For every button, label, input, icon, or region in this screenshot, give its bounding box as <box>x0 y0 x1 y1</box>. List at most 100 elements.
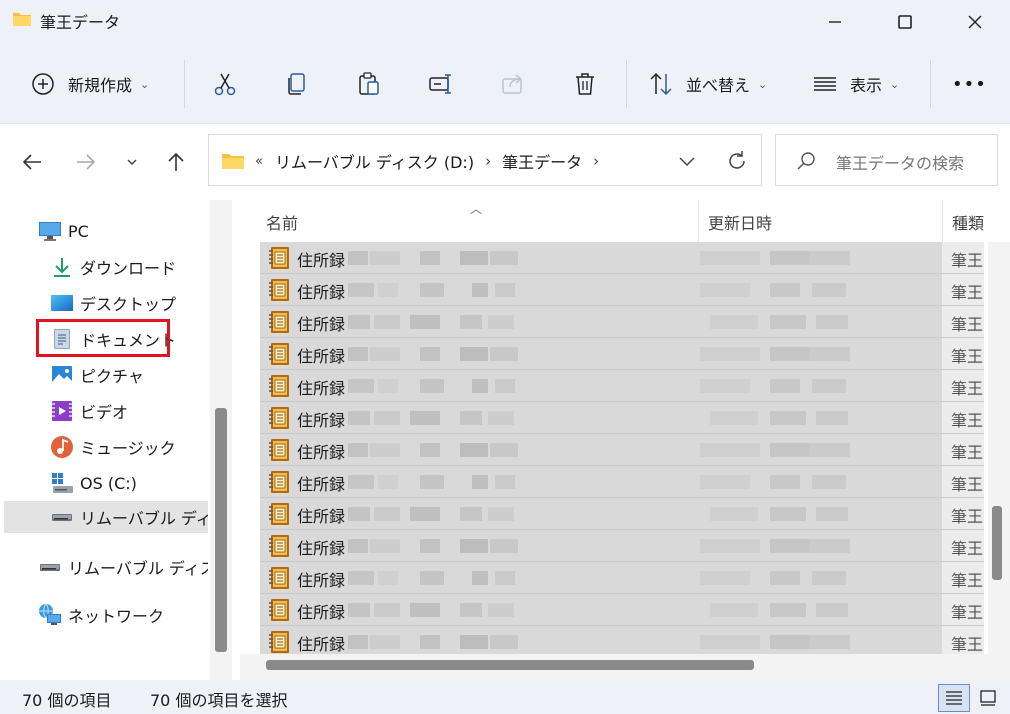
copy-button[interactable] <box>284 62 310 106</box>
view-button[interactable]: 表示 ⌄ <box>812 62 899 106</box>
file-type: 筆王 <box>951 315 984 334</box>
breadcrumb-separator[interactable]: › <box>485 152 491 170</box>
sidebar-item-pc[interactable]: PC <box>38 215 208 247</box>
file-type: 筆王 <box>951 251 984 270</box>
large-icons-view-button[interactable] <box>972 684 1004 712</box>
file-row[interactable]: 住所録 筆王 <box>260 402 984 434</box>
rename-button[interactable] <box>428 62 454 106</box>
address-book-file-icon <box>269 471 289 493</box>
details-view-button[interactable] <box>938 684 970 712</box>
file-name: 住所録 <box>297 411 346 430</box>
file-row[interactable]: 住所録 筆王 <box>260 626 984 654</box>
search-input[interactable]: 筆王データの検索 <box>775 134 998 186</box>
file-name: 住所録 <box>297 475 346 494</box>
redacted-text <box>472 571 488 585</box>
redacted-text <box>410 411 440 425</box>
sort-button[interactable]: 並べ替え ⌄ <box>648 62 767 106</box>
sidebar-item-videos[interactable]: ビデオ <box>50 395 208 427</box>
horizontal-scrollbar-thumb[interactable] <box>266 660 754 670</box>
redacted-text <box>710 315 758 329</box>
sidebar-item-label: ミュージック <box>80 439 176 458</box>
sidebar-item-removable-drive[interactable]: リムーバブル ディスク <box>38 551 208 583</box>
sidebar-item-network[interactable]: ネットワーク <box>38 599 208 631</box>
paste-button[interactable] <box>356 62 382 106</box>
breadcrumb-folder[interactable]: 筆王データ <box>502 149 582 173</box>
redacted-text <box>460 539 488 553</box>
file-row[interactable]: 住所録 筆王 <box>260 434 984 466</box>
maximize-button[interactable] <box>870 0 940 44</box>
column-header-type[interactable]: 種類 <box>952 210 984 234</box>
file-row[interactable]: 住所録 筆王 <box>260 530 984 562</box>
toolbar-divider <box>626 60 627 108</box>
redacted-text <box>770 635 810 649</box>
sidebar-item-music[interactable]: ミュージック <box>50 431 208 463</box>
redacted-text <box>816 411 848 425</box>
file-row[interactable]: 住所録 筆王 <box>260 274 984 306</box>
sidebar-item-desktop[interactable]: デスクトップ <box>50 287 208 319</box>
sidebar-item-downloads[interactable]: ダウンロード <box>50 251 208 283</box>
column-divider[interactable] <box>698 200 699 242</box>
column-header-modified[interactable]: 更新日時 <box>708 210 772 234</box>
recent-locations-button[interactable] <box>116 146 148 178</box>
address-bar[interactable]: « リムーバブル ディスク (D:) › 筆王データ › <box>208 134 762 186</box>
close-icon <box>968 15 982 29</box>
file-row[interactable]: 住所録 筆王 <box>260 338 984 370</box>
address-book-file-icon <box>269 375 289 397</box>
address-book-file-icon <box>269 343 289 365</box>
cut-button[interactable] <box>212 62 238 106</box>
file-row[interactable]: 住所録 筆王 <box>260 562 984 594</box>
file-name: 住所録 <box>297 539 346 558</box>
refresh-icon[interactable] <box>725 149 749 173</box>
redacted-text <box>460 507 482 521</box>
sidebar-item-os-drive[interactable]: OS (C:) <box>50 467 208 499</box>
chevron-down-icon[interactable] <box>675 149 699 173</box>
forward-button[interactable] <box>70 146 102 178</box>
file-row[interactable]: 住所録 筆王 <box>260 466 984 498</box>
sidebar-item-label: ピクチャ <box>80 367 144 386</box>
file-type: 筆王 <box>951 507 984 526</box>
file-list: ︿ 名前 更新日時 種類 住所録 筆王 住所録 筆王 住所録 筆王 住所録 筆王 住所録 筆王 住所… <box>232 200 1010 680</box>
more-icon: ••• <box>952 73 987 95</box>
redacted-text <box>816 507 848 521</box>
close-button[interactable] <box>940 0 1010 44</box>
redacted-text <box>348 347 368 361</box>
file-row[interactable]: 住所録 筆王 <box>260 594 984 626</box>
minimize-button[interactable] <box>800 0 870 44</box>
share-icon <box>502 74 523 94</box>
new-button[interactable]: 新規作成 ⌄ <box>30 62 149 106</box>
sidebar-item-label: PC <box>68 221 89 241</box>
toolbar-divider <box>930 60 931 108</box>
column-divider[interactable] <box>942 200 943 242</box>
file-type: 筆王 <box>951 347 984 366</box>
redacted-text <box>770 571 800 585</box>
address-book-file-icon <box>269 567 289 589</box>
share-button[interactable] <box>500 62 526 106</box>
sidebar-item-removable-drive-selected[interactable]: リムーバブル ディスク <box>4 501 208 533</box>
address-book-file-icon <box>269 407 289 429</box>
back-button[interactable] <box>16 146 48 178</box>
breadcrumb-separator[interactable]: › <box>593 152 599 170</box>
arrow-left-icon <box>22 154 41 170</box>
desktop-icon <box>51 295 73 311</box>
breadcrumb-overflow[interactable]: « <box>255 154 263 169</box>
delete-button[interactable] <box>572 62 598 106</box>
redacted-text <box>378 283 398 297</box>
thumbnail-view-icon <box>980 690 996 706</box>
redacted-text <box>348 539 368 553</box>
up-button[interactable] <box>160 146 192 178</box>
redacted-text <box>460 347 488 361</box>
file-row[interactable]: 住所録 筆王 <box>260 370 984 402</box>
sidebar-item-pictures[interactable]: ピクチャ <box>50 359 208 391</box>
column-header-name[interactable]: 名前 <box>266 210 298 234</box>
file-row[interactable]: 住所録 筆王 <box>260 306 984 338</box>
file-type: 筆王 <box>951 283 984 302</box>
more-options-button[interactable]: ••• <box>952 62 987 106</box>
vertical-scrollbar[interactable] <box>988 242 1010 654</box>
address-book-file-icon <box>269 247 289 269</box>
vertical-scrollbar-thumb[interactable] <box>992 506 1002 580</box>
breadcrumb-drive[interactable]: リムーバブル ディスク (D:) <box>275 149 474 173</box>
file-row[interactable]: 住所録 筆王 <box>260 498 984 530</box>
title-bar: 筆王データ <box>0 0 1010 44</box>
file-row[interactable]: 住所録 筆王 <box>260 242 984 274</box>
sidebar-scrollbar-thumb[interactable] <box>215 408 227 652</box>
